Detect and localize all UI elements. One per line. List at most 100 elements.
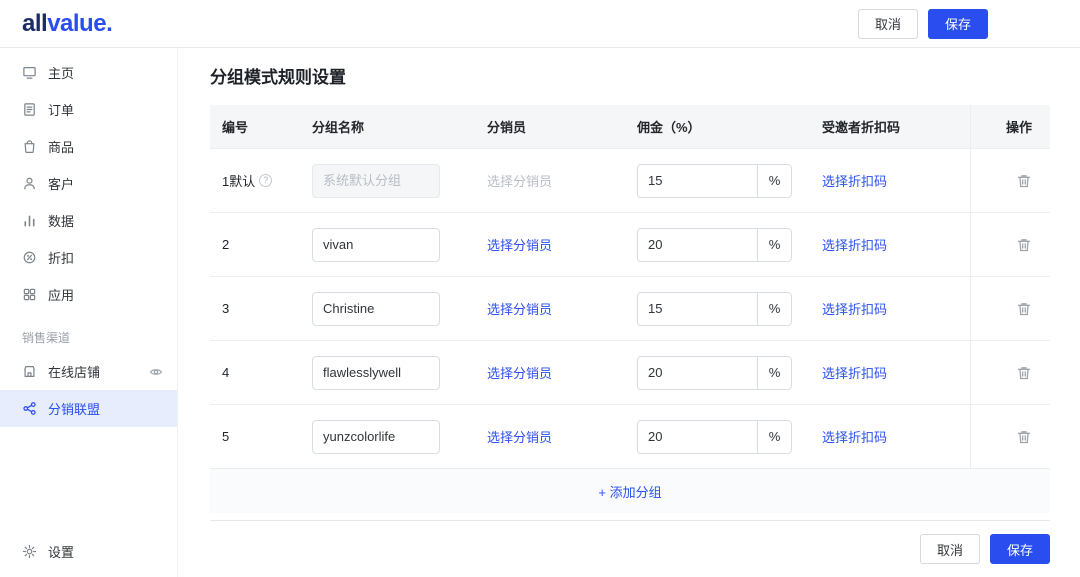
gear-icon (22, 544, 37, 559)
main-panel: 分组模式规则设置 编号 分组名称 分销员 佣金（%） 受邀者折扣码 操作 (178, 48, 1080, 577)
commission-input[interactable] (638, 357, 757, 389)
trash-icon[interactable] (1016, 429, 1032, 445)
data-chart-icon (22, 213, 37, 228)
group-name-input[interactable] (312, 292, 440, 326)
sidebar-item-label: 主页 (48, 63, 74, 82)
sidebar-item-label: 订单 (48, 100, 74, 119)
sidebar-item-label: 在线店铺 (48, 362, 100, 381)
table-row: 4 选择分销员 % (210, 341, 1050, 405)
sidebar-section-sales-channels: 销售渠道 (0, 313, 177, 353)
select-distributor-link[interactable]: 选择分销员 (487, 427, 552, 446)
commission-input-group: % (637, 164, 792, 198)
sidebar-item-customers[interactable]: 客户 (0, 165, 177, 202)
row-id: 1默认 ? (210, 171, 300, 190)
group-name-input[interactable] (312, 356, 440, 390)
table-row: 1默认 ? 选择分销员 % (210, 149, 1050, 213)
commission-input[interactable] (638, 293, 757, 325)
group-name-input[interactable] (312, 420, 440, 454)
commission-input[interactable] (638, 421, 757, 453)
commission-input-group: % (637, 420, 792, 454)
app-window: allvalue. 取消 保存 主页 订单 商品 客户 (0, 0, 1080, 577)
home-icon (22, 65, 37, 80)
topbar: allvalue. 取消 保存 (0, 0, 1080, 48)
table-row: 2 选择分销员 % (210, 213, 1050, 277)
commission-input-group: % (637, 356, 792, 390)
sidebar-item-home[interactable]: 主页 (0, 54, 177, 91)
sidebar-item-label: 客户 (48, 174, 74, 193)
row-id: 3 (210, 301, 300, 316)
group-rules-table: 编号 分组名称 分销员 佣金（%） 受邀者折扣码 操作 1默认 ? (210, 105, 1050, 513)
table-header-row: 编号 分组名称 分销员 佣金（%） 受邀者折扣码 操作 (210, 105, 1050, 149)
percent-suffix: % (757, 229, 791, 261)
store-icon (22, 364, 37, 379)
save-button[interactable]: 保存 (990, 534, 1050, 564)
customers-icon (22, 176, 37, 191)
sidebar-item-label: 折扣 (48, 248, 74, 267)
select-discount-code-link[interactable]: 选择折扣码 (822, 427, 887, 446)
logo-dot: . (106, 10, 112, 38)
table-row: 3 选择分销员 % (210, 277, 1050, 341)
col-header-name: 分组名称 (300, 117, 475, 136)
trash-icon[interactable] (1016, 173, 1032, 189)
sidebar-item-online-store[interactable]: 在线店铺 (0, 353, 177, 390)
sidebar-item-orders[interactable]: 订单 (0, 91, 177, 128)
group-name-input[interactable] (312, 228, 440, 262)
percent-suffix: % (757, 165, 791, 197)
products-icon (22, 139, 37, 154)
topbar-actions: 取消 保存 (858, 9, 988, 39)
col-header-discount: 受邀者折扣码 (810, 117, 970, 136)
percent-suffix: % (757, 293, 791, 325)
logo-part-value: value (47, 10, 106, 38)
orders-icon (22, 102, 37, 117)
col-header-id: 编号 (210, 117, 300, 136)
trash-icon[interactable] (1016, 237, 1032, 253)
col-header-commission: 佣金（%） (625, 117, 810, 136)
col-header-distributor: 分销员 (475, 117, 625, 136)
row-id: 2 (210, 237, 300, 252)
commission-input-group: % (637, 292, 792, 326)
trash-icon[interactable] (1016, 365, 1032, 381)
sidebar-item-products[interactable]: 商品 (0, 128, 177, 165)
page-title: 分组模式规则设置 (210, 63, 1050, 88)
add-group-button[interactable]: + 添加分组 (210, 469, 1050, 513)
col-header-action: 操作 (970, 105, 1050, 148)
select-discount-code-link[interactable]: 选择折扣码 (822, 171, 887, 190)
group-name-input (312, 164, 440, 198)
sidebar-item-label: 设置 (48, 542, 74, 561)
commission-input[interactable] (638, 229, 757, 261)
cancel-button[interactable]: 取消 (858, 9, 918, 39)
discount-icon (22, 250, 37, 265)
sidebar-item-label: 应用 (48, 285, 74, 304)
sidebar-item-settings[interactable]: 设置 (0, 533, 177, 570)
cancel-button[interactable]: 取消 (920, 534, 980, 564)
sidebar-item-data[interactable]: 数据 (0, 202, 177, 239)
sidebar-item-discounts[interactable]: 折扣 (0, 239, 177, 276)
select-distributor-disabled: 选择分销员 (487, 171, 552, 190)
row-id: 5 (210, 429, 300, 444)
select-discount-code-link[interactable]: 选择折扣码 (822, 363, 887, 382)
table-row: 5 选择分销员 % (210, 405, 1050, 469)
select-distributor-link[interactable]: 选择分销员 (487, 363, 552, 382)
trash-icon[interactable] (1016, 301, 1032, 317)
affiliate-network-icon (22, 401, 37, 416)
sidebar: 主页 订单 商品 客户 数据 折扣 (0, 48, 178, 577)
select-distributor-link[interactable]: 选择分销员 (487, 235, 552, 254)
info-icon: ? (259, 174, 272, 187)
save-button[interactable]: 保存 (928, 9, 988, 39)
sidebar-item-label: 数据 (48, 211, 74, 230)
brand-logo: allvalue. (22, 10, 112, 38)
select-distributor-link[interactable]: 选择分销员 (487, 299, 552, 318)
commission-input-group: % (637, 228, 792, 262)
apps-grid-icon (22, 287, 37, 302)
sidebar-item-affiliate[interactable]: 分销联盟 (0, 390, 177, 427)
select-discount-code-link[interactable]: 选择折扣码 (822, 299, 887, 318)
commission-input[interactable] (638, 165, 757, 197)
eye-icon[interactable] (149, 365, 163, 379)
main-content: 分组模式规则设置 编号 分组名称 分销员 佣金（%） 受邀者折扣码 操作 (178, 48, 1080, 520)
logo-part-all: all (22, 10, 47, 38)
percent-suffix: % (757, 421, 791, 453)
row-id: 4 (210, 365, 300, 380)
select-discount-code-link[interactable]: 选择折扣码 (822, 235, 887, 254)
percent-suffix: % (757, 357, 791, 389)
sidebar-item-apps[interactable]: 应用 (0, 276, 177, 313)
